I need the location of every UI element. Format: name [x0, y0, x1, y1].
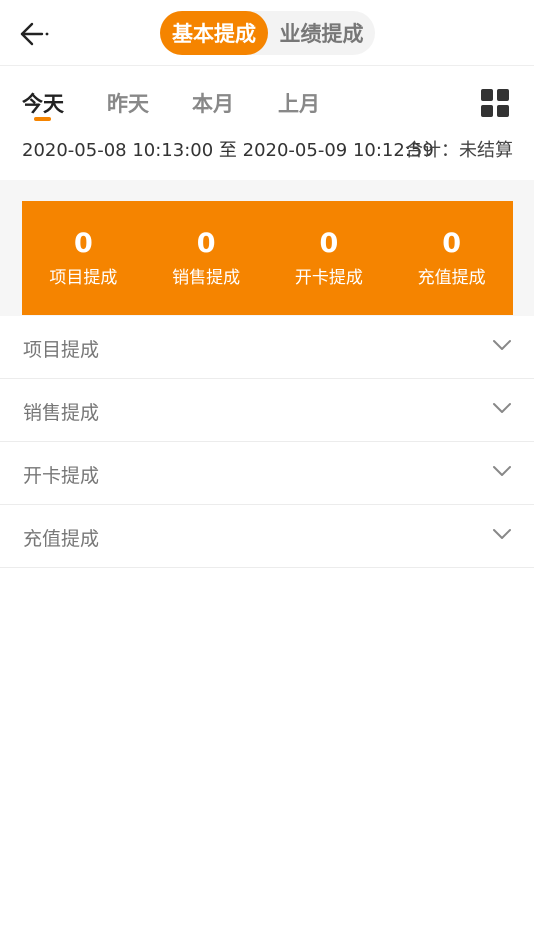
commission-type-switch: 基本提成 业绩提成: [160, 11, 375, 55]
tab-last-month[interactable]: 上月: [278, 88, 320, 118]
tab-yesterday[interactable]: 昨天: [107, 88, 149, 118]
chevron-down-icon: [493, 466, 511, 476]
total-status: 合计：未结算: [405, 136, 513, 162]
summary-item-project: 0 项目提成: [22, 201, 145, 315]
chevron-down-icon: [493, 403, 511, 413]
section-row-card-opening[interactable]: 开卡提成: [0, 442, 534, 505]
section-row-project[interactable]: 项目提成: [0, 316, 534, 379]
tab-today[interactable]: 今天: [22, 88, 64, 118]
segment-performance-commission[interactable]: 业绩提成: [268, 11, 375, 55]
period-tabs: 今天 昨天 本月 上月: [0, 66, 534, 126]
date-range: 2020-05-08 10:13:00 至 2020-05-09 10:12:5…: [22, 140, 434, 161]
summary-item-sales: 0 销售提成: [145, 201, 268, 315]
section-row-sales[interactable]: 销售提成: [0, 379, 534, 442]
summary-value: 0: [196, 228, 216, 259]
summary-item-recharge: 0 充值提成: [390, 201, 513, 315]
chevron-down-icon: [493, 340, 511, 350]
section-label: 充值提成: [23, 528, 100, 550]
commission-section-list: 项目提成 销售提成 开卡提成 充值提成: [0, 316, 534, 568]
section-row-recharge[interactable]: 充值提成: [0, 505, 534, 568]
back-button[interactable]: [14, 14, 58, 54]
total-value: 未结算: [459, 140, 513, 161]
section-label: 销售提成: [23, 402, 100, 424]
commission-summary-card: 0 项目提成 0 销售提成 0 开卡提成 0 充值提成: [22, 201, 513, 315]
active-tab-indicator: [34, 117, 51, 121]
app-header: 基本提成 业绩提成: [0, 0, 534, 66]
tab-this-month[interactable]: 本月: [192, 88, 234, 118]
segment-basic-commission[interactable]: 基本提成: [160, 11, 268, 55]
summary-label: 项目提成: [49, 268, 118, 288]
arrow-left-icon: [20, 22, 49, 46]
summary-value: 0: [73, 228, 93, 259]
section-label: 开卡提成: [23, 465, 100, 487]
summary-label: 开卡提成: [294, 268, 363, 288]
summary-item-card-opening: 0 开卡提成: [268, 201, 391, 315]
summary-label: 充值提成: [417, 268, 486, 288]
summary-value: 0: [319, 228, 339, 259]
chevron-down-icon: [493, 529, 511, 539]
grid-view-button[interactable]: [481, 89, 510, 118]
total-label: 合计：: [405, 140, 459, 161]
section-label: 项目提成: [23, 339, 100, 361]
summary-value: 0: [442, 228, 462, 259]
summary-label: 销售提成: [172, 268, 241, 288]
